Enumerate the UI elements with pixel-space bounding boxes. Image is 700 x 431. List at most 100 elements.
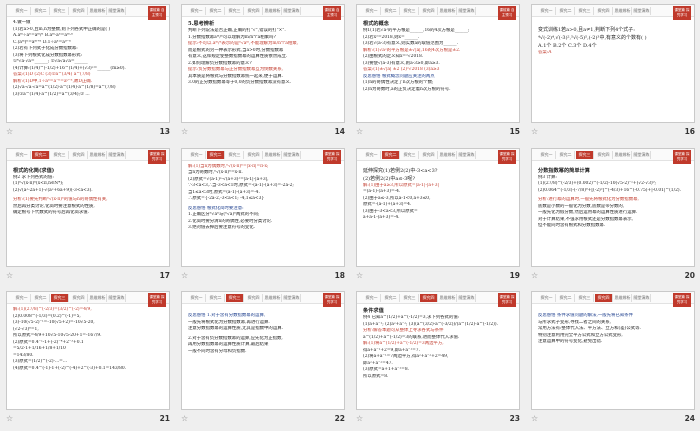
slide-tab-bar: 探究一 探究二 探究三 探究四 思维辨析 随堂演练 xyxy=(357,5,519,17)
slide-tab-bar: 探究一 探究二 探究三 探究四 思维辨析 随堂演练 xyxy=(7,148,169,161)
slide-tab-bar: 探究一 探究二 探究三 探究四 思维辨析 随堂演练 xyxy=(7,5,169,17)
slide-text-line: a+a-1-(a+3)=-4. xyxy=(363,215,400,221)
slide-tab: 探究一 xyxy=(13,150,31,159)
star-icon[interactable]: ☆ xyxy=(356,271,363,281)
slide-text-line: (3)①a^(1/4)·a^(1/2)=a^(3/4);② ... xyxy=(13,91,90,97)
slide-tab-bar: 探究一 探究二 探究三 探究四 思维辨析 随堂演练 xyxy=(532,148,694,161)
slide-text-line: ⁴√(-2)⁴,√(-3)²,⁵√(-5)⁵,(-2)³中,有意义的个数有( ) xyxy=(538,35,647,41)
slide-thumbnail-cell[interactable]: 探究一 探究二 探究三 探究四 思维辨析 随堂演练 课前篇 自主预习 4.做一做 (1)若a>0… xyxy=(0,0,175,144)
slide-tab: 思维辨析 xyxy=(89,150,107,159)
slide-tab: 探究三 xyxy=(226,150,244,159)
slide-tab: 随堂演练 xyxy=(633,294,651,303)
slide-tab: 思维辨析 xyxy=(264,294,282,303)
slide-thumbnail[interactable]: 探究一 探究二 探究三 探究四 思维辨析 随堂演练 课前篇 自主预习 根式的概念 例1(1)若√… xyxy=(356,4,520,123)
slide-number: 24 xyxy=(684,414,695,424)
star-icon[interactable]: ☆ xyxy=(181,271,188,281)
slide-tab: 探究四 xyxy=(595,294,613,303)
slide-thumbnail[interactable]: 探究一 探究二 探究三 探究四 思维辨析 随堂演练 课堂篇 探究学习 延伸探究(1)若例2(2… xyxy=(356,147,520,267)
star-icon[interactable]: ☆ xyxy=(6,271,13,281)
slide-thumbnail-cell[interactable]: 探究一 探究二 探究三 探究四 思维辨析 随堂演练 课前篇 自主预习 5.思考辨析 判断下列说法… xyxy=(175,0,350,144)
slide-text-line: 3.0的正分数指数幂等于0,0的负分数指数幂没有意义. xyxy=(188,80,292,85)
slide-tab: 探究四 xyxy=(420,7,438,15)
slide-tab: 随堂演练 xyxy=(458,294,476,303)
star-icon[interactable]: ☆ xyxy=(356,127,363,137)
slide-thumbnail-cell[interactable]: 探究一 探究二 探究三 探究四 思维辨析 随堂演练 课堂篇 探究学习 反思感悟 条件求值问题的… xyxy=(525,287,700,431)
slide-tab: 探究三 xyxy=(401,7,419,15)
slide-tab-bar: 探究一 探究二 探究三 探究四 思维辨析 随堂演练 xyxy=(357,292,519,305)
slide-thumbnail-cell[interactable]: 探究一 探究二 探究三 探究四 思维辨析 随堂演练 课堂篇 探究学习 解:(1)当n为偶数时,… xyxy=(175,144,350,288)
star-icon[interactable]: ☆ xyxy=(356,414,363,424)
slide-tab: 随堂演练 xyxy=(283,294,301,303)
slide-tab: 探究三 xyxy=(401,294,419,303)
slide-tab: 探究一 xyxy=(188,150,206,159)
section-badge: 课堂篇 探究学习 xyxy=(673,293,691,308)
slide-thumbnail-cell[interactable]: 探究一 探究二 探究三 探究四 思维辨析 随堂演练 课前篇 自主预习 根式的概念 例1(1)若√… xyxy=(350,0,525,144)
slide-text-line: (2)若例2(2)中a≤-3呢? xyxy=(363,175,416,182)
slide-thumbnail[interactable]: 探究一 探究二 探究三 探究四 思维辨析 随堂演练 课前篇 自主预习 4.做一做 (1)若a>0… xyxy=(6,4,170,123)
slide-tab: 探究四 xyxy=(595,150,613,159)
slide-thumbnail-cell[interactable]: 探究一 探究二 探究三 探究四 思维辨析 随堂演练 课堂篇 探究学习 根式的化简(求值) 例2 … xyxy=(0,144,175,288)
slide-tab: 探究二 xyxy=(382,150,400,159)
slide-tab: 思维辨析 xyxy=(614,7,632,15)
slide-content: 解:(1)当n为偶数时,ⁿ√(x-π)ⁿ=|x-π|=π-x; 当n为奇数时,ⁿ√… xyxy=(188,164,338,264)
star-icon[interactable]: ☆ xyxy=(531,271,538,281)
slide-text-line: 分数指数幂的简单计算 xyxy=(538,167,590,174)
slide-thumbnail[interactable]: 探究一 探究二 探究三 探究四 思维辨析 随堂演练 课堂篇 探究学习 解:(1)当n为偶数时,… xyxy=(181,147,345,267)
slide-footer: ☆ 13 xyxy=(6,126,170,138)
slide-footer: ☆ 18 xyxy=(181,270,345,282)
section-badge: 课堂篇 探究学习 xyxy=(148,149,166,164)
slide-tab: 探究三 xyxy=(51,7,69,15)
section-badge: 课前篇 自主预习 xyxy=(148,6,166,20)
section-badge: 课前篇 自主预习 xyxy=(498,6,516,20)
slide-content: 分数指数幂的简单计算 例3 计算: (1)(27/8)^(-2/3)+(0.002)… xyxy=(538,164,688,264)
star-icon[interactable]: ☆ xyxy=(181,127,188,137)
slide-thumbnail-cell[interactable]: 探究一 探究二 探究三 探究四 思维辨析 随堂演练 课堂篇 探究学习 解:(1)(27/8)^… xyxy=(0,287,175,431)
slide-tab: 探究三 xyxy=(401,150,419,159)
slide-footer: ☆ 22 xyxy=(181,413,345,425)
slide-tab: 随堂演练 xyxy=(458,150,476,159)
star-icon[interactable]: ☆ xyxy=(531,414,538,424)
slide-thumbnail[interactable]: 探究一 探究二 探究三 探究四 思维辨析 随堂演练 课堂篇 探究学习 条件求值 例4 已知a^(… xyxy=(356,291,520,411)
slide-content: 反思感悟 1.对于含有分数指数幂的运算, 一般先将根式化为分数指数幂,再进行运算.… xyxy=(188,307,338,407)
slide-thumbnail[interactable]: 探究一 探究二 探究三 探究四 思维辨析 随堂演练 课前篇 自主预习 5.思考辨析 判断下列说法… xyxy=(181,4,345,123)
slide-thumbnail-cell[interactable]: 探究一 探究二 探究三 探究四 思维辨析 随堂演练 课堂篇 探究学习 变式训练1若a>0,且a… xyxy=(525,0,700,144)
slide-text-line: 根式的化简(求值) xyxy=(13,167,55,174)
slide-number: 23 xyxy=(509,414,520,424)
slide-footer: ☆ 24 xyxy=(531,413,695,425)
slide-content: 5.思考辨析 判断下列说法是否正确,正确的打"√",错误的打"×". 1.分数指数幂… xyxy=(188,20,338,120)
slide-thumbnail[interactable]: 探究一 探究二 探究三 探究四 思维辨析 随堂演练 课堂篇 探究学习 解:(1)(27/8)^… xyxy=(6,291,170,411)
slide-thumbnail-cell[interactable]: 探究一 探究二 探究三 探究四 思维辨析 随堂演练 课堂篇 探究学习 分数指数幂的简单计算 例3… xyxy=(525,144,700,288)
slide-tab-bar: 探究一 探究二 探究三 探究四 思维辨析 随堂演练 xyxy=(182,5,344,17)
star-icon[interactable]: ☆ xyxy=(181,414,188,424)
slide-thumbnail[interactable]: 探究一 探究二 探究三 探究四 思维辨析 随堂演练 课堂篇 探究学习 分数指数幂的简单计算 例3… xyxy=(531,147,695,267)
slide-tab: 探究二 xyxy=(557,150,575,159)
slide-thumbnail[interactable]: 探究一 探究二 探究三 探究四 思维辨析 随堂演练 课堂篇 探究学习 反思感悟 条件求值问题的… xyxy=(531,291,695,411)
slide-content: 反思感悟 条件求值问题的解法,一般先将已知条件 与所求式子变形,寻找二者之间的关系… xyxy=(538,307,688,407)
section-badge: 课堂篇 探究学习 xyxy=(323,149,341,164)
slide-tab: 探究四 xyxy=(70,294,88,303)
slide-thumbnail-cell[interactable]: 探究一 探究二 探究三 探究四 思维辨析 随堂演练 课堂篇 探究学习 反思感悟 1.对于含有分… xyxy=(175,287,350,431)
slide-tab: 探究二 xyxy=(207,294,225,303)
slide-thumbnail[interactable]: 探究一 探究二 探究三 探究四 思维辨析 随堂演练 课堂篇 探究学习 根式的化简(求值) 例2 … xyxy=(6,147,170,267)
slide-number: 21 xyxy=(159,414,170,424)
slide-tab: 思维辨析 xyxy=(439,150,457,159)
slide-tab: 探究一 xyxy=(538,294,556,303)
star-icon[interactable]: ☆ xyxy=(531,127,538,137)
slide-tab: 探究四 xyxy=(595,7,613,15)
slide-content: 变式训练1若a>0,且a≠1,判断下列4个式子: ⁴√(-2)⁴,√(-3)²,⁵… xyxy=(538,20,688,120)
slide-tab: 随堂演练 xyxy=(283,7,301,15)
slide-text-line: A.1个 B.2个 C.3个 D.4个 xyxy=(538,43,597,49)
slide-thumbnail-cell[interactable]: 探究一 探究二 探究三 探究四 思维辨析 随堂演练 课堂篇 探究学习 延伸探究(1)若例2(2… xyxy=(350,144,525,288)
slide-thumbnail[interactable]: 探究一 探究二 探究三 探究四 思维辨析 随堂演练 课堂篇 探究学习 反思感悟 1.对于含有分… xyxy=(181,291,345,411)
slide-thumbnail[interactable]: 探究一 探究二 探究三 探究四 思维辨析 随堂演练 课堂篇 探究学习 变式训练1若a>0,且a… xyxy=(531,4,695,123)
slide-tab: 探究三 xyxy=(226,294,244,303)
slide-thumbnail-cell[interactable]: 探究一 探究二 探究三 探究四 思维辨析 随堂演练 课堂篇 探究学习 条件求值 例4 已知a^(… xyxy=(350,287,525,431)
slide-text-line: (4)原式=0.4^(-1)-1+(-2)^(-4)+2^(-3)+0.1=14… xyxy=(13,365,127,371)
star-icon[interactable]: ☆ xyxy=(6,127,13,137)
slide-sorter-grid: 探究一 探究二 探究三 探究四 思维辨析 随堂演练 课前篇 自主预习 4.做一做 (1)若a>0… xyxy=(0,0,700,431)
slide-footer: ☆ 23 xyxy=(356,413,520,425)
star-icon[interactable]: ☆ xyxy=(6,414,13,424)
slide-number: 19 xyxy=(509,270,520,280)
slide-footer: ☆ 15 xyxy=(356,126,520,138)
slide-tab: 探究一 xyxy=(188,7,206,15)
